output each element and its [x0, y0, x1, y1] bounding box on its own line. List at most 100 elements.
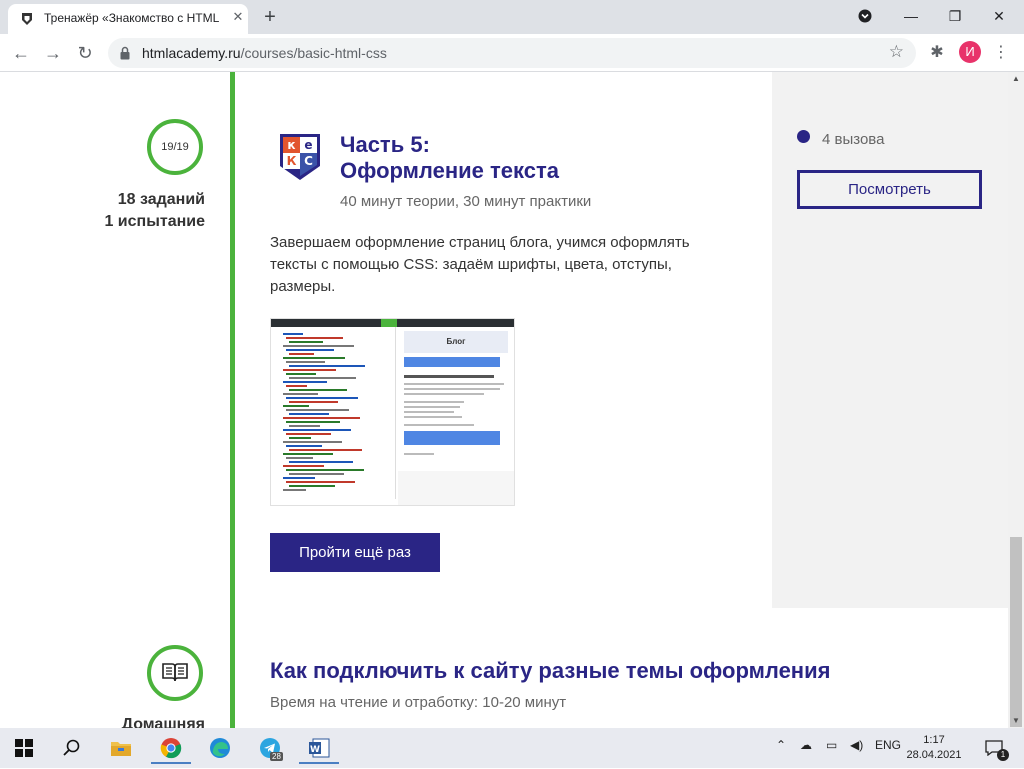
- telegram-badge: 28: [270, 752, 283, 761]
- code-line: [286, 481, 355, 483]
- timeline-line: [230, 72, 235, 728]
- code-line: [286, 361, 325, 363]
- scroll-up-icon[interactable]: ▲: [1008, 72, 1024, 86]
- forward-icon[interactable]: →: [40, 40, 66, 66]
- logo-letter-2: е: [304, 138, 312, 152]
- scroll-thumb[interactable]: [1010, 537, 1022, 727]
- code-line: [289, 473, 344, 475]
- close-window-icon[interactable]: ✕: [984, 4, 1014, 28]
- code-line: [283, 441, 342, 443]
- clock-time: 1:17: [923, 734, 945, 746]
- url-text: htmlacademy.ru/courses/basic-html-css: [142, 45, 387, 61]
- windows-start-icon[interactable]: [4, 732, 44, 764]
- preview-code-editor: [271, 327, 396, 499]
- view-challenges-button[interactable]: Посмотреть: [797, 170, 982, 209]
- code-line: [289, 461, 353, 463]
- course-title[interactable]: Часть 5: Оформление текста: [340, 132, 559, 184]
- browser-tab[interactable]: Тренажёр «Знакомство с HTML ✕: [8, 4, 248, 34]
- profile-avatar[interactable]: И: [959, 41, 981, 63]
- file-explorer-icon[interactable]: [101, 732, 141, 764]
- code-line: [286, 421, 340, 423]
- new-tab-icon[interactable]: +: [258, 6, 282, 30]
- word-icon[interactable]: W: [299, 732, 339, 764]
- volume-icon[interactable]: ◀): [850, 738, 863, 752]
- code-line: [283, 369, 336, 371]
- code-line: [286, 373, 316, 375]
- course-preview-image: Блог: [270, 318, 515, 506]
- cloud-icon[interactable]: ☁: [800, 738, 812, 752]
- page-content: 19/19 18 заданий 1 испытание к е К С Час…: [0, 72, 1008, 728]
- search-icon[interactable]: [52, 732, 92, 764]
- code-line: [283, 393, 318, 395]
- course-shield-logo: к е К С: [280, 134, 320, 180]
- code-line: [289, 485, 335, 487]
- page-scrollbar[interactable]: ▲ ▼: [1008, 72, 1024, 728]
- code-line: [286, 337, 343, 339]
- htmlacademy-favicon-icon: [22, 13, 32, 25]
- logo-letter-1: к: [287, 138, 295, 152]
- code-line: [283, 405, 309, 407]
- book-icon: [162, 663, 188, 682]
- notifications-icon[interactable]: 1: [978, 732, 1018, 764]
- clock-date: 28.04.2021: [906, 749, 962, 761]
- code-line: [286, 469, 364, 471]
- svg-text:W: W: [310, 745, 320, 755]
- challenge-dot-icon: [797, 130, 810, 143]
- course-duration: 40 минут теории, 30 минут практики: [340, 193, 592, 210]
- course-stats: 18 заданий 1 испытание: [60, 189, 205, 233]
- trials-count: 1 испытание: [104, 213, 205, 230]
- close-tab-icon[interactable]: ✕: [230, 9, 246, 25]
- reload-icon[interactable]: ↻: [72, 40, 98, 66]
- code-line: [289, 437, 311, 439]
- code-line: [283, 345, 354, 347]
- chrome-icon[interactable]: [151, 732, 191, 764]
- code-line: [289, 377, 356, 379]
- extensions-icon[interactable]: ✱: [926, 42, 948, 64]
- minimize-icon[interactable]: —: [896, 4, 926, 28]
- code-line: [283, 333, 303, 335]
- reading-node: [147, 645, 203, 701]
- course-description: Завершаем оформление страниц блога, учим…: [270, 234, 690, 295]
- browser-toolbar: ← → ↻ htmlacademy.ru/courses/basic-html-…: [0, 34, 1024, 72]
- code-line: [283, 429, 351, 431]
- bookmark-star-icon[interactable]: ☆: [889, 42, 904, 62]
- code-line: [289, 449, 362, 451]
- code-line: [286, 433, 331, 435]
- taskbar: 28 W ⌃ ☁ ▭ ◀) ENG 1:17 28.04.2021 1: [0, 728, 1024, 768]
- tab-strip: Тренажёр «Знакомство с HTML ✕ + — ❐ ✕: [0, 0, 1024, 34]
- code-line: [289, 413, 329, 415]
- address-bar[interactable]: htmlacademy.ru/courses/basic-html-css ☆: [108, 38, 916, 68]
- code-line: [286, 457, 313, 459]
- section-duration: Время на чтение и отработку: 10-20 минут: [270, 694, 567, 711]
- course-part: Часть 5:: [340, 132, 430, 157]
- edge-icon[interactable]: [200, 732, 240, 764]
- tab-search-icon[interactable]: [850, 4, 880, 28]
- code-line: [286, 397, 358, 399]
- code-line: [283, 465, 324, 467]
- preview-header: Блог: [404, 331, 508, 353]
- tasks-count: 18 заданий: [117, 191, 205, 208]
- back-icon[interactable]: ←: [8, 40, 34, 66]
- language-indicator[interactable]: ENG: [875, 738, 901, 752]
- code-line: [283, 357, 345, 359]
- telegram-icon[interactable]: 28: [250, 732, 290, 764]
- logo-letter-3: К: [287, 154, 297, 168]
- code-line: [286, 385, 307, 387]
- progress-node: 19/19: [147, 119, 203, 175]
- retry-button[interactable]: Пройти ещё раз: [270, 533, 440, 572]
- url-host: htmlacademy.ru: [142, 45, 241, 61]
- tray-chevron-icon[interactable]: ⌃: [776, 738, 786, 752]
- code-line: [289, 401, 338, 403]
- section-title[interactable]: Как подключить к сайту разные темы оформ…: [270, 658, 830, 684]
- clock[interactable]: 1:17 28.04.2021: [906, 733, 962, 763]
- network-icon[interactable]: ▭: [826, 738, 837, 752]
- restore-icon[interactable]: ❐: [940, 4, 970, 28]
- tab-title: Тренажёр «Знакомство с HTML: [44, 11, 220, 25]
- code-line: [289, 365, 365, 367]
- menu-icon[interactable]: ⋮: [990, 42, 1012, 64]
- scroll-down-icon[interactable]: ▼: [1008, 714, 1024, 728]
- code-line: [289, 353, 314, 355]
- side-panel: [772, 84, 1008, 608]
- code-line: [289, 425, 320, 427]
- code-line: [286, 409, 349, 411]
